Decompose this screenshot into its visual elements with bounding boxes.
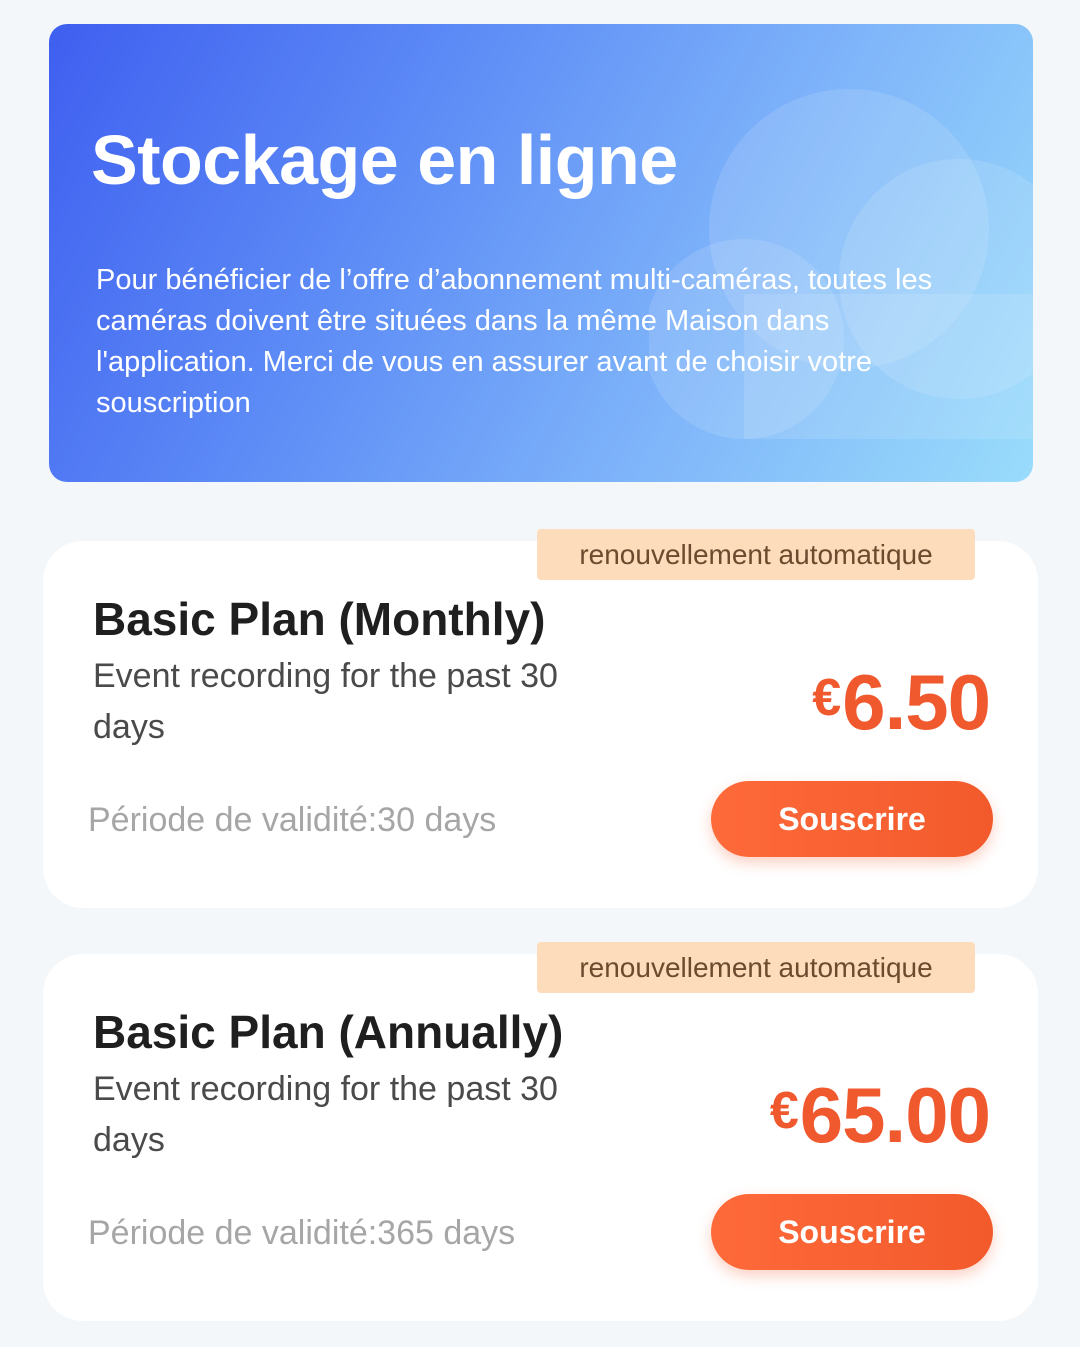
- plan-name: Basic Plan (Annually): [93, 1006, 564, 1058]
- page-title: Stockage en ligne: [91, 121, 678, 199]
- subscribe-button[interactable]: Souscrire: [711, 781, 993, 857]
- currency-symbol: €: [769, 1082, 799, 1140]
- plan-description: Event recording for the past 30 days: [93, 1070, 558, 1159]
- storage-banner: Stockage en ligne Pour bénéficier de l’o…: [49, 24, 1033, 482]
- plan-price: €65.00: [769, 1066, 991, 1160]
- plan-card-annual: renouvellement automatique Basic Plan (A…: [43, 942, 1038, 1321]
- plan-card-monthly: renouvellement automatique Basic Plan (M…: [43, 529, 1038, 908]
- validity-period: Période de validité:365 days: [88, 1214, 516, 1252]
- validity-period: Période de validité:30 days: [88, 801, 497, 839]
- subscribe-button[interactable]: Souscrire: [711, 1194, 993, 1270]
- currency-symbol: €: [812, 669, 841, 727]
- price-amount: 65.00: [799, 1071, 991, 1159]
- plan-price: €6.50: [812, 653, 991, 747]
- plan-name: Basic Plan (Monthly): [93, 593, 546, 645]
- auto-renew-badge: renouvellement automatique: [537, 942, 975, 993]
- plan-description: Event recording for the past 30 days: [93, 657, 558, 746]
- price-amount: 6.50: [842, 658, 991, 746]
- auto-renew-badge: renouvellement automatique: [537, 529, 975, 580]
- multi-camera-notice: Pour bénéficier de l’offre d’abonnement …: [96, 264, 933, 419]
